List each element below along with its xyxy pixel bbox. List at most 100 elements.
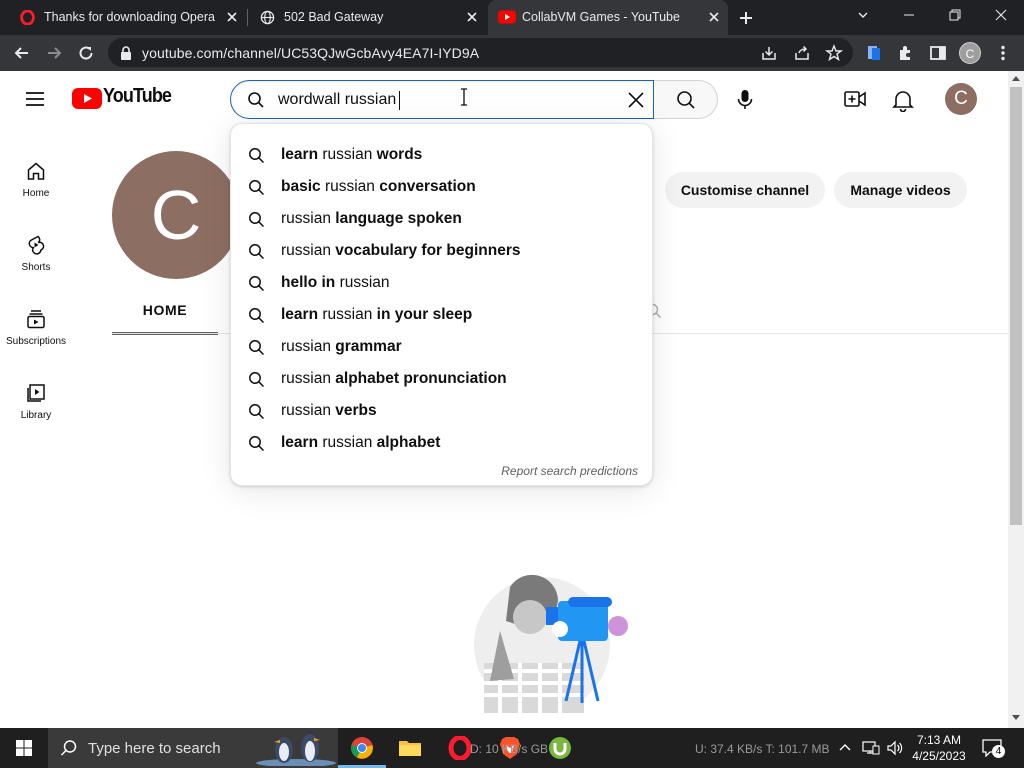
ibeam-pointer-icon (460, 88, 468, 106)
search-icon (248, 307, 265, 324)
search-highlight-penguins-icon (254, 730, 338, 766)
logo-text: YouTube (103, 85, 172, 107)
show-hidden-icons-chevron[interactable] (838, 742, 852, 752)
opera-icon (448, 736, 472, 760)
suggestion-item[interactable]: russian verbs (231, 395, 654, 427)
suggestion-item[interactable]: learn russian in your sleep (231, 299, 654, 331)
search-suggestions-dropdown: learn russian words basic russian conver… (230, 123, 653, 486)
suggestion-item[interactable]: learn russian words (231, 139, 654, 171)
search-button[interactable] (654, 80, 718, 119)
suggestion-text: russian language spoken (281, 210, 462, 227)
window-close-button[interactable] (978, 0, 1024, 30)
guide-item-home[interactable]: Home (0, 140, 72, 200)
guide-label: Subscriptions (5, 336, 67, 347)
scroll-up-arrow-icon[interactable] (1012, 75, 1020, 81)
close-icon[interactable] (464, 9, 480, 25)
suggestion-text: hello in russian (281, 274, 390, 291)
search-icon (248, 403, 265, 420)
suggestion-text: russian vocabulary for beginners (281, 242, 521, 259)
minimize-button[interactable] (886, 0, 932, 30)
guide-label: Shorts (21, 262, 51, 273)
suggestion-item[interactable]: russian language spoken (231, 203, 654, 235)
tab-collabvm-youtube[interactable]: CollabVM Games - YouTube (488, 0, 728, 35)
manage-videos-button[interactable]: Manage videos (834, 172, 967, 208)
install-app-icon[interactable] (760, 44, 778, 62)
menu-kebab-icon[interactable] (993, 43, 1013, 63)
suggestion-item[interactable]: hello in russian (231, 267, 654, 299)
url-text: youtube.com/channel/UC53QJwGcbAvy4EA7I-I… (142, 45, 480, 61)
scroll-down-arrow-icon[interactable] (1012, 715, 1020, 721)
new-tab-button[interactable] (736, 8, 756, 28)
side-panel-icon[interactable] (928, 43, 948, 63)
taskbar-clock[interactable]: 7:13 AM 4/25/2023 (904, 732, 974, 764)
hamburger-menu-icon[interactable] (24, 89, 46, 109)
taskbar-search-box[interactable]: Type here to search (48, 728, 338, 768)
guide-item-library[interactable]: Library (0, 362, 72, 422)
start-button[interactable] (0, 728, 48, 768)
back-button[interactable] (8, 39, 36, 67)
taskbar-search-placeholder: Type here to search (88, 740, 221, 757)
suggestion-item[interactable]: russian grammar (231, 331, 654, 363)
notification-count-badge: 4 (992, 745, 1005, 758)
account-avatar[interactable]: C (945, 83, 977, 115)
lock-icon[interactable] (120, 46, 132, 60)
report-search-predictions-link[interactable]: Report search predictions (501, 464, 638, 478)
search-icon (248, 275, 265, 292)
shorts-icon (25, 234, 47, 256)
subscriptions-icon (25, 308, 47, 330)
reading-list-icon[interactable] (864, 43, 884, 63)
bookmark-star-icon[interactable] (825, 44, 843, 62)
suggestion-item[interactable]: russian alphabet pronunciation (231, 363, 654, 395)
search-icon (248, 243, 265, 260)
taskbar-file-explorer[interactable] (386, 728, 434, 768)
share-icon[interactable] (793, 44, 811, 62)
tab-home[interactable]: HOME (112, 295, 218, 335)
search-icon (248, 371, 265, 388)
tab-search-button[interactable] (840, 0, 886, 30)
globe-icon (260, 10, 275, 25)
suggestion-item[interactable]: learn russian alphabet (231, 427, 654, 459)
suggestion-text: learn russian alphabet (281, 434, 441, 451)
close-icon[interactable] (706, 9, 722, 25)
search-icon (248, 435, 265, 452)
tab-opera-download[interactable]: Thanks for downloading Opera (8, 0, 246, 35)
customise-channel-button[interactable]: Customise channel (665, 172, 825, 208)
forward-button[interactable] (40, 39, 68, 67)
address-bar[interactable]: youtube.com/channel/UC53QJwGcbAvy4EA7I-I… (108, 38, 853, 67)
notifications-bell-icon[interactable] (892, 88, 914, 112)
search-icon (247, 91, 265, 109)
search-icon (676, 90, 696, 110)
youtube-header: YouTube wordwall russian C (0, 71, 1008, 127)
page-scrollbar[interactable] (1008, 71, 1024, 728)
suggestion-text: russian grammar (281, 338, 402, 355)
tab-title: CollabVM Games - YouTube (522, 10, 680, 24)
profile-avatar[interactable]: C (959, 42, 981, 64)
library-icon (25, 382, 47, 404)
volume-icon[interactable] (886, 740, 904, 756)
clear-search-icon[interactable] (627, 91, 645, 109)
guide-item-subscriptions[interactable]: Subscriptions (0, 288, 72, 348)
taskbar-chrome[interactable] (338, 728, 386, 768)
action-center-icon[interactable]: 4 (982, 739, 1005, 758)
guide-item-shorts[interactable]: Shorts (0, 214, 72, 274)
search-input[interactable]: wordwall russian (230, 80, 654, 119)
scrollbar-thumb[interactable] (1010, 87, 1022, 525)
network-icon[interactable] (862, 740, 880, 756)
restore-button[interactable] (932, 0, 978, 30)
reload-button[interactable] (72, 39, 100, 67)
suggestion-item[interactable]: basic russian conversation (231, 171, 654, 203)
browser-tab-strip: Thanks for downloading Opera 502 Bad Gat… (0, 0, 1024, 35)
youtube-logo[interactable]: YouTube (72, 85, 172, 109)
guide-label: Library (20, 410, 52, 421)
suggestion-text: russian verbs (281, 402, 377, 419)
tab-bad-gateway[interactable]: 502 Bad Gateway (248, 0, 486, 35)
voice-search-button[interactable] (735, 88, 755, 112)
suggestion-item[interactable]: russian vocabulary for beginners (231, 235, 654, 267)
extensions-icon[interactable] (896, 43, 916, 63)
close-icon[interactable] (224, 9, 240, 25)
net-speed-right: U: 37.4 KB/s T: 101.7 MB (695, 742, 830, 756)
create-video-icon[interactable] (843, 89, 867, 109)
browser-toolbar: youtube.com/channel/UC53QJwGcbAvy4EA7I-I… (0, 35, 1024, 71)
search-icon (248, 147, 265, 164)
search-icon (248, 211, 265, 228)
